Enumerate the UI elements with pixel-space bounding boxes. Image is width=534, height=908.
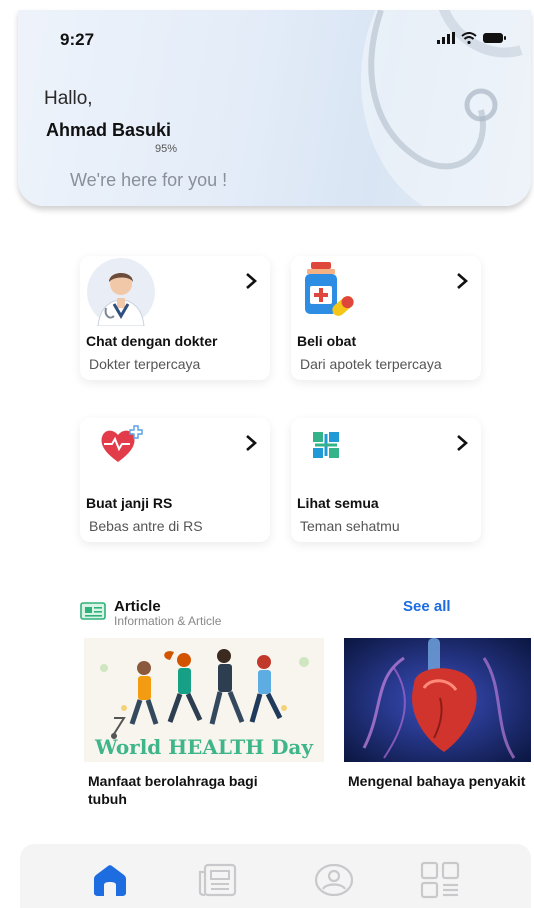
article-card-1[interactable]: World HEALTH Day (84, 638, 324, 762)
service-title: Lihat semua (297, 495, 379, 511)
chevron-right-icon (457, 273, 468, 289)
newspaper-outline-icon (198, 863, 237, 897)
profile-progress-text: 95% (155, 143, 178, 155)
article-title-1[interactable]: Manfaat berolahraga bagi tubuh (88, 772, 278, 808)
service-title: Buat janji RS (86, 495, 173, 511)
article-card-2[interactable] (344, 638, 531, 762)
see-all-link[interactable]: See all (403, 598, 451, 615)
chevron-right-icon (246, 273, 257, 289)
status-time: 9:27 (60, 30, 95, 49)
service-title: Chat dengan dokter (86, 333, 218, 349)
greeting-text: Hallo, (44, 88, 93, 109)
newspaper-icon (80, 602, 106, 620)
nav-profile[interactable] (310, 860, 358, 900)
service-card-buy-medicine[interactable]: Beli obat Dari apotek terpercaya (291, 256, 481, 380)
nav-menu[interactable] (416, 860, 464, 900)
header-banner: 9:27 Hallo, Ahmad Basuki 95% We're here … (18, 10, 531, 206)
grid-plus-icon (311, 430, 341, 460)
article-title-2[interactable]: Mengenal bahaya penyakit (348, 772, 528, 790)
battery-icon (483, 33, 506, 43)
service-subtitle: Dokter terpercaya (89, 356, 201, 372)
status-icons (437, 32, 507, 44)
article-section-subtitle: Information & Article (114, 614, 222, 628)
wifi-icon (461, 32, 477, 44)
nav-articles[interactable] (194, 860, 242, 900)
heart-cross-icon (101, 425, 143, 462)
article-section-title: Article (114, 598, 161, 615)
bottom-navigation (20, 844, 531, 908)
world-health-day-image: World HEALTH Day (84, 638, 324, 762)
chevron-right-icon (457, 435, 468, 451)
tagline-text: We're here for you ! (70, 170, 228, 190)
service-subtitle: Teman sehatmu (300, 518, 400, 534)
signal-icon (437, 32, 455, 44)
image-caption-text: World HEALTH Day (94, 735, 314, 759)
user-profile-icon (314, 863, 354, 897)
doctor-avatar-icon (87, 258, 155, 326)
home-icon (94, 865, 126, 896)
service-card-hospital-appointment[interactable]: Buat janji RS Bebas antre di RS (80, 418, 270, 542)
chevron-right-icon (246, 435, 257, 451)
medicine-bottle-icon (305, 262, 354, 316)
service-card-see-all[interactable]: Lihat semua Teman sehatmu (291, 418, 481, 542)
user-name: Ahmad Basuki (46, 120, 172, 140)
service-subtitle: Dari apotek terpercaya (300, 356, 442, 372)
nav-home[interactable] (86, 860, 134, 900)
service-title: Beli obat (297, 333, 357, 349)
service-card-chat-doctor[interactable]: Chat dengan dokter Dokter terpercaya (80, 256, 270, 380)
service-subtitle: Bebas antre di RS (89, 518, 203, 534)
human-heart-image (344, 638, 531, 762)
dashboard-grid-icon (420, 861, 460, 899)
